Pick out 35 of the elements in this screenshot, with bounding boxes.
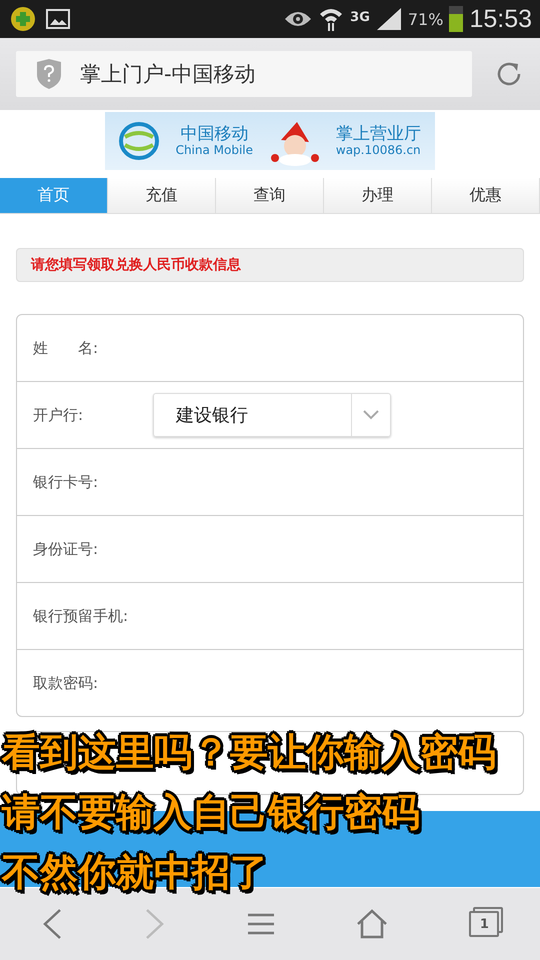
- shield-icon: [36, 59, 62, 89]
- chevron-down-icon: [363, 410, 379, 420]
- bank-dropdown[interactable]: 建设银行: [153, 393, 391, 437]
- china-mobile-logo-icon: [119, 121, 160, 161]
- network-type: 3G: [350, 10, 370, 24]
- battery-percent: 71%: [408, 10, 444, 28]
- brand-english: China Mobile: [176, 144, 254, 157]
- clock: 15:53: [469, 4, 532, 34]
- site-url: wap.10086.cn: [336, 144, 421, 157]
- nav-tab[interactable]: 办理: [324, 178, 432, 213]
- eye-icon: [284, 9, 312, 29]
- brand-name: 中国移动: [180, 125, 248, 144]
- back-icon[interactable]: [40, 908, 63, 940]
- battery-icon: [449, 6, 464, 32]
- signal-icon: [376, 8, 402, 30]
- nav-tab[interactable]: 充值: [108, 178, 216, 213]
- banner[interactable]: 中国移动 China Mobile 掌上营业厅 wap.10086.cn: [105, 112, 435, 170]
- field-label: 开户行:: [33, 406, 84, 424]
- nav-tab[interactable]: 优惠: [432, 178, 540, 213]
- home-icon[interactable]: [356, 909, 388, 939]
- field-label: 取款密码:: [33, 674, 100, 692]
- app-icon: [10, 6, 36, 32]
- field-label: 姓 名:: [33, 338, 100, 358]
- notice-bar: 请您填写领取兑换人民币收款信息: [16, 248, 524, 282]
- menu-icon[interactable]: [246, 912, 275, 936]
- image-icon: [46, 9, 70, 29]
- field-label: 银行卡号:: [33, 472, 100, 492]
- caption-text: 看到这里吗？要让你输入密码: [2, 729, 496, 776]
- nav-tab[interactable]: 查询: [216, 178, 324, 213]
- caption-text: 不然你就中招了: [2, 849, 269, 896]
- wifi-icon: [318, 6, 344, 32]
- service-name: 掌上营业厅: [336, 125, 421, 144]
- field-label: 银行预留手机:: [33, 606, 130, 626]
- address-field[interactable]: 掌上门户-中国移动: [16, 51, 472, 97]
- field-label: 身份证号:: [33, 540, 100, 558]
